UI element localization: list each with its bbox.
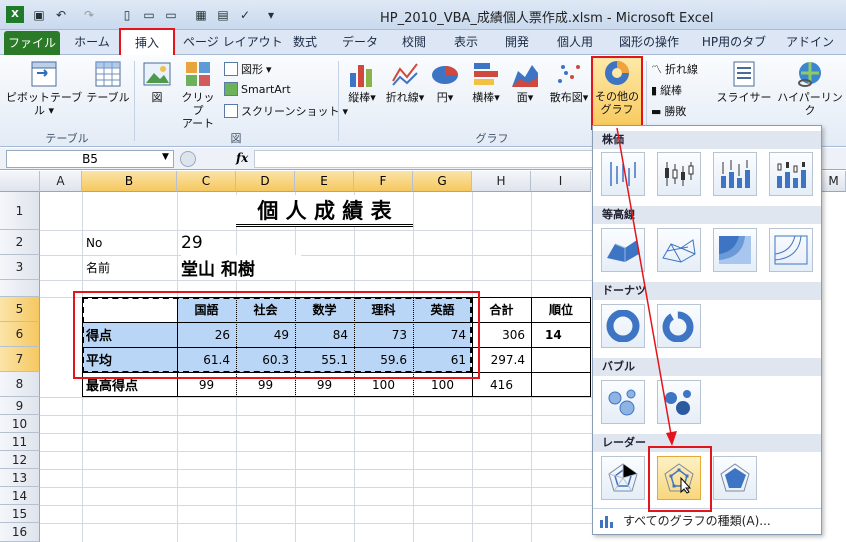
annotation-arrow xyxy=(616,127,677,446)
